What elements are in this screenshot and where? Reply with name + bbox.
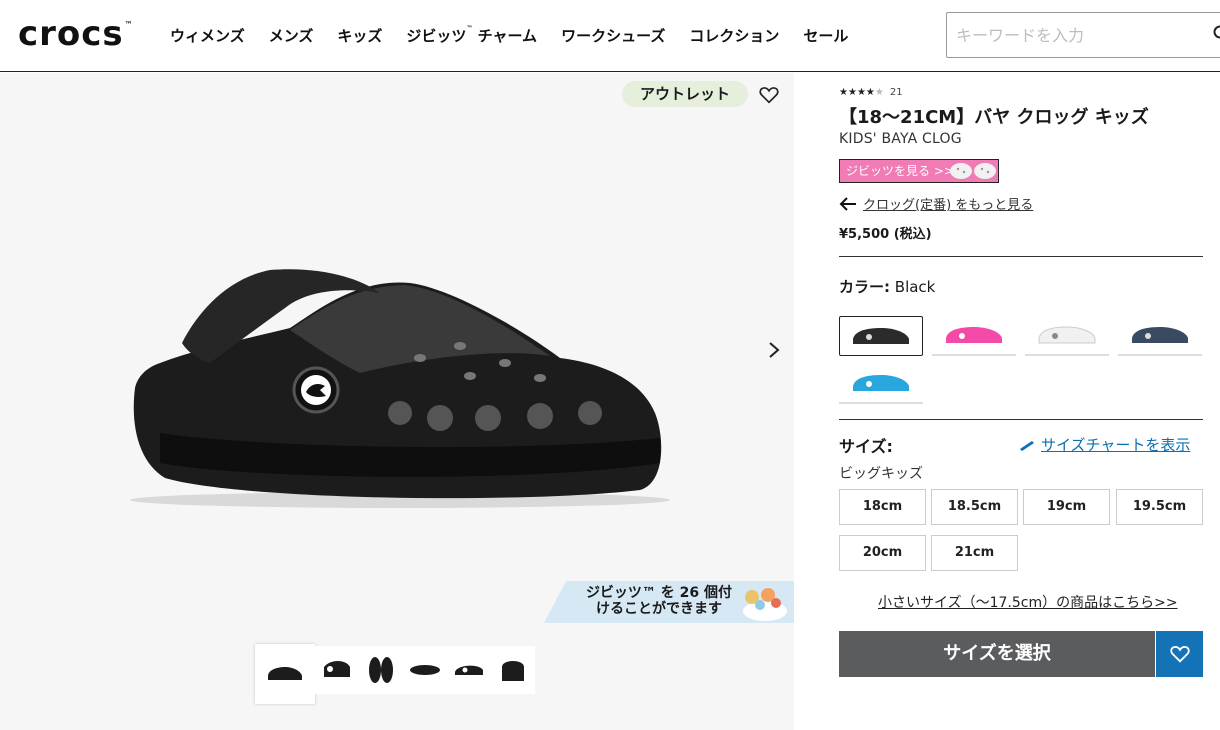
nav-work-shoes[interactable]: ワークシューズ — [561, 25, 665, 46]
divider — [839, 419, 1203, 420]
color-swatch-pink[interactable] — [932, 316, 1016, 356]
color-label-title: カラー: — [839, 278, 890, 296]
star-empty-icon: ★ — [874, 86, 884, 98]
jibbitz-banner-line2: けることができます — [596, 601, 722, 617]
jibbitz-banner-text: ジビッツ™ を 26 個付 けることができます — [574, 585, 744, 617]
jibbitz-banner-line1: ジビッツ™ を 26 個付 — [585, 585, 733, 601]
size-option[interactable]: 20cm — [839, 535, 926, 571]
size-label: サイズ: — [839, 437, 893, 456]
review-count: 21 — [889, 87, 903, 98]
nav-men[interactable]: メンズ — [269, 25, 314, 46]
size-option[interactable]: 18cm — [839, 489, 926, 525]
search-icon[interactable] — [1213, 25, 1220, 43]
nav-jibbitz-suffix: チャーム — [472, 27, 538, 45]
size-chart-label: サイズチャートを表示 — [1041, 436, 1191, 454]
main-nav: ウィメンズ メンズ キッズ ジビッツ™ チャーム ワークシューズ コレクション … — [170, 25, 872, 46]
product-gallery: アウトレット ジビッツ™ を 26 個付 けることができます — [0, 73, 794, 730]
selected-color-value: Black — [894, 278, 936, 296]
arrow-left-icon — [839, 196, 856, 211]
star-icon: ★ — [847, 86, 857, 98]
thumbnail[interactable] — [447, 646, 491, 694]
ruler-icon — [1020, 440, 1034, 451]
size-option[interactable]: 21cm — [931, 535, 1018, 571]
product-title: 【18～21CM】バヤ クロッグ キッズ — [839, 107, 1149, 128]
product-subtitle: KIDS' BAYA CLOG — [839, 131, 962, 147]
star-rating[interactable]: ★ ★ ★ ★ ★ 21 — [839, 87, 903, 98]
color-swatch-white[interactable] — [1025, 316, 1109, 356]
color-swatch-navy[interactable] — [1118, 316, 1202, 356]
divider — [839, 256, 1203, 257]
nav-jibbitz[interactable]: ジビッツ™ チャーム — [406, 25, 537, 46]
color-swatch-blue[interactable] — [839, 364, 923, 404]
star-icon: ★ — [865, 86, 875, 98]
color-label: カラー: Black — [839, 276, 935, 297]
thumbnail-strip — [255, 644, 535, 704]
star-icon: ★ — [839, 86, 848, 98]
heart-icon[interactable] — [758, 84, 780, 106]
product-price: ¥5,500 (税込) — [839, 227, 932, 242]
nav-women[interactable]: ウィメンズ — [170, 25, 245, 46]
nav-collection[interactable]: コレクション — [689, 25, 779, 46]
search-input[interactable] — [947, 13, 1197, 57]
size-option[interactable]: 19.5cm — [1116, 489, 1203, 525]
crocs-logo[interactable]: crocs™ — [18, 14, 134, 54]
small-sizes-link[interactable]: 小さいサイズ（～17.5cm）の商品はこちら>> — [878, 592, 1178, 612]
more-clogs-link[interactable]: クロッグ(定番) をもっと見る — [839, 194, 1033, 213]
search-box — [946, 12, 1220, 58]
view-jibbitz-button[interactable]: ジビッツを見る >> — [839, 159, 999, 183]
charms-image — [743, 588, 787, 621]
jibbitz-capacity-banner: ジビッツ™ を 26 個付 けることができます — [544, 581, 794, 623]
size-chart-link[interactable]: サイズチャートを表示 — [1019, 434, 1190, 455]
heart-icon — [1169, 646, 1190, 663]
thumbnail[interactable] — [255, 644, 315, 704]
logo-trademark: ™ — [124, 20, 134, 29]
site-header: crocs™ ウィメンズ メンズ キッズ ジビッツ™ チャーム ワークシューズ … — [0, 0, 1220, 72]
logo-text: crocs — [18, 14, 124, 54]
thumbnail[interactable] — [315, 646, 359, 694]
jibbitz-clogs-image — [950, 163, 996, 179]
outlet-badge: アウトレット — [622, 81, 748, 107]
size-group-label: ビッグキッズ — [839, 466, 923, 482]
size-option[interactable]: 19cm — [1023, 489, 1110, 525]
nav-kids[interactable]: キッズ — [337, 25, 382, 46]
nav-jibbitz-label: ジビッツ — [406, 27, 467, 45]
color-swatch-black[interactable] — [839, 316, 923, 356]
thumbnail[interactable] — [491, 646, 535, 694]
size-option[interactable]: 18.5cm — [931, 489, 1018, 525]
more-clogs-label: クロッグ(定番) をもっと見る — [863, 198, 1034, 213]
product-main-image — [130, 269, 670, 508]
thumbnail[interactable] — [359, 646, 403, 694]
thumbnail[interactable] — [403, 646, 447, 694]
select-size-button[interactable]: サイズを選択 — [839, 631, 1155, 677]
chevron-right-icon[interactable] — [764, 338, 784, 362]
star-icon: ★ — [856, 86, 866, 98]
view-jibbitz-label: ジビッツを見る >> — [846, 164, 954, 178]
nav-sale[interactable]: セール — [803, 25, 848, 46]
add-to-wishlist-button[interactable] — [1156, 631, 1203, 677]
